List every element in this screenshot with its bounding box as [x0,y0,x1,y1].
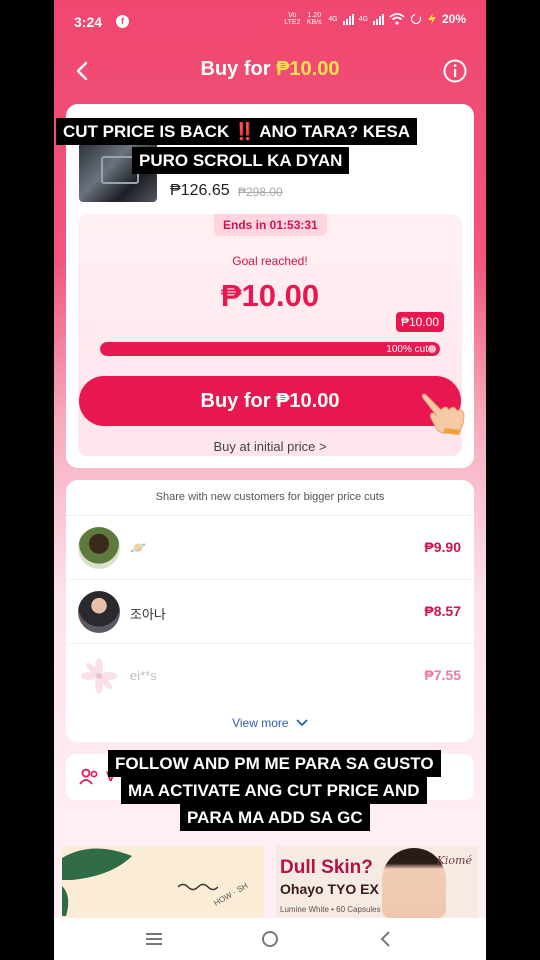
ad-banner-left[interactable]: HOW · SH [62,846,264,918]
ad-detail: Lumine White • 60 Capsules [280,905,381,914]
back-icon[interactable] [374,927,398,951]
deal-price: ₱10.00 [220,278,320,313]
ad-brand-logo: Kiomé [436,854,472,867]
view-more-button[interactable]: View more [66,716,474,730]
status-time: 3:24 [74,14,103,30]
product-original-price: ₱298.00 [238,185,283,199]
caption-bottom-line1: FOLLOW AND PM ME PARA SA GUSTO [108,750,441,777]
signal-icon [342,13,354,25]
page-title: Buy for ₱10.00 [54,58,486,81]
sync-icon [410,13,422,25]
avatar [78,527,120,569]
buy-button[interactable]: Buy for ₱10.00 [79,376,461,426]
user-name: ei**s [130,668,157,683]
view-more-label: View more [232,716,289,730]
ad-title: Dull Skin? [280,857,373,878]
network-type-a: 4G [328,15,338,23]
progress-label: 100% cut [386,344,428,355]
status-bar: 3:24 f Vo LTE2 1.20 KB/s 4G 4G 20% [54,0,486,42]
home-icon[interactable] [258,927,282,951]
cut-amount: ₱8.57 [424,603,461,619]
share-title: Share with new customers for bigger pric… [155,491,385,503]
list-item: ei**s ₱7.55 [66,644,474,708]
caption-bottom-line3: PARA MA ADD SA GC [180,804,370,831]
progress-knob [428,345,436,353]
list-item: 🪐 ₱9.90 [66,516,474,580]
chevron-down-icon [296,719,308,727]
wave-graphic [178,883,218,891]
signal-icon-2 [372,13,384,25]
ad-banner-right[interactable]: Dull Skin? Ohayo TYO EX Lumine White • 6… [276,846,478,918]
info-icon[interactable] [442,58,468,84]
wifi-icon [389,13,405,25]
goal-status: Goal reached! [232,254,308,268]
users-icon [79,768,98,785]
countdown-badge: Ends in 01:53:31 [214,214,327,236]
page-title-price: ₱10.00 [276,58,340,80]
pointing-hand-icon [421,393,465,435]
network-type-b: 4G [358,15,368,23]
system-nav-bar [54,918,486,960]
ad-subtitle: Ohayo TYO EX [280,881,379,897]
cut-amount: ₱9.90 [424,539,461,555]
caption-top-line1: CUT PRICE IS BACK ‼️ ANO TARA? KESA [56,118,418,145]
caption-bottom-line2: MA ACTIVATE ANG CUT PRICE AND [121,777,427,804]
buy-initial-price-link[interactable]: Buy at initial price > [66,439,474,454]
recent-apps-icon[interactable] [142,927,166,951]
page-header: Buy for ₱10.00 [54,50,486,94]
avatar [78,591,120,633]
user-name: 조아나 [130,607,166,622]
status-icons: Vo LTE2 1.20 KB/s 4G 4G 20% [284,12,466,26]
lightning-icon [427,13,436,25]
lily-avatar [81,658,117,694]
caption-top-line2: PURO SCROLL KA DYAN [132,147,350,174]
list-item: 조아나 ₱8.57 [66,580,474,644]
share-card: Share with new customers for bigger pric… [66,480,474,742]
battery-level: 20% [441,12,466,26]
user-name: 🪐 [130,540,147,555]
price-bubble: ₱10.00 [395,312,444,332]
volte-indicator: Vo LTE2 [284,12,301,26]
network-speed: 1.20 KB/s [306,12,322,26]
page-title-prefix: Buy for [200,58,277,80]
facebook-notification-icon: f [116,15,129,28]
cut-amount: ₱7.55 [424,667,461,683]
leaf-graphic [62,848,132,916]
product-price: ₱126.65 [170,182,230,199]
app-screen: 3:24 f Vo LTE2 1.20 KB/s 4G 4G 20% Buy f… [54,0,486,960]
